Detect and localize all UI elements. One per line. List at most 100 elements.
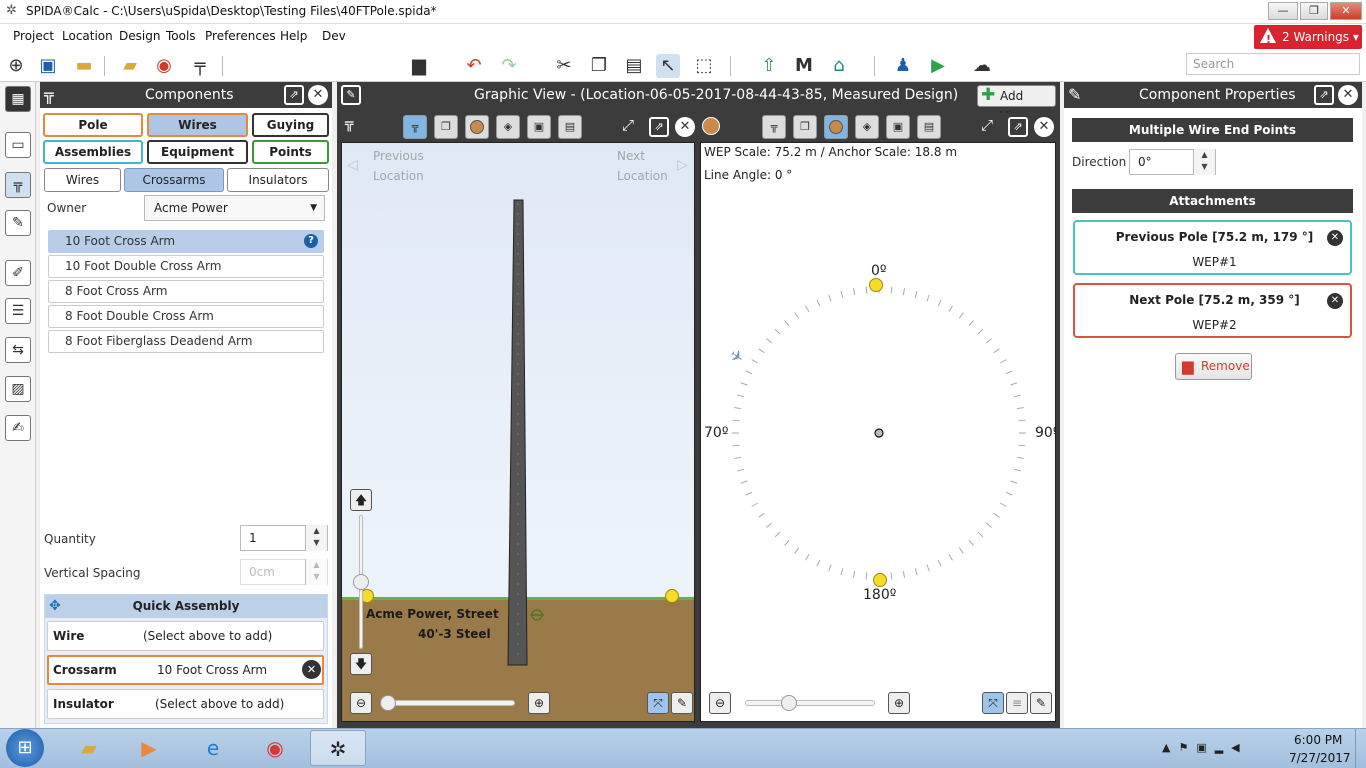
undo-icon[interactable]: ↶ <box>462 54 486 78</box>
user-icon[interactable]: ♟ <box>891 54 915 78</box>
edit-view-icon[interactable]: ✎ <box>341 85 361 105</box>
close-panel-icon[interactable]: ✕ <box>1338 85 1358 105</box>
new-file-icon[interactable]: ⊕ <box>4 54 28 78</box>
vertical-slider-thumb[interactable] <box>353 574 369 590</box>
components-icon[interactable]: ╦ <box>5 172 31 198</box>
attachment-next-pole[interactable]: Next Pole [75.2 m, 359 °] WEP#2 ✕ <box>1073 283 1352 338</box>
category-equipment[interactable]: Equipment <box>147 140 248 164</box>
photo-icon[interactable]: ▤ <box>917 115 941 139</box>
zoom-out-icon[interactable]: ⊖ <box>350 692 372 714</box>
layer-icon[interactable]: ❐ <box>793 115 817 139</box>
select-pointer-icon[interactable]: ↖ <box>656 54 680 78</box>
popout-icon[interactable]: ⇗ <box>284 85 304 105</box>
close-subview-icon[interactable]: ✕ <box>675 117 695 137</box>
quick-row-crossarm[interactable]: Crossarm 10 Foot Cross Arm ✕ <box>47 655 324 685</box>
unlock-icon[interactable]: ⌂ <box>827 54 851 78</box>
wrench-icon[interactable]: ✎ <box>1030 692 1052 714</box>
menu-project[interactable]: Project <box>13 29 54 43</box>
list-item[interactable]: 8 Foot Double Cross Arm <box>48 305 324 328</box>
popout-icon[interactable]: ⇗ <box>1008 117 1028 137</box>
minimize-button[interactable]: — <box>1268 2 1298 20</box>
stepper-arrows-icon[interactable]: ▲ ▼ <box>1193 149 1215 175</box>
copy-icon[interactable]: ❐ <box>587 54 611 78</box>
zoom-fit-icon[interactable]: ⤧ <box>647 692 669 714</box>
delete-icon[interactable]: ▆ <box>407 54 431 78</box>
help-icon[interactable]: ? <box>304 234 318 248</box>
profile-icon[interactable]: ◈ <box>855 115 879 139</box>
list-item[interactable]: 10 Foot Double Cross Arm <box>48 255 324 278</box>
location-pin-icon[interactable]: ◉ <box>152 54 176 78</box>
top-view-canvas[interactable]: WEP Scale: 75.2 m / Anchor Scale: 18.8 m… <box>700 142 1056 722</box>
pole-tool-icon[interactable]: ╤ <box>188 54 212 78</box>
list-icon[interactable]: ☰ <box>5 298 31 324</box>
add-view-button[interactable]: ✚ Add View <box>977 85 1056 123</box>
remove-crossarm-icon[interactable]: ✕ <box>302 660 321 679</box>
list-item[interactable]: 8 Foot Cross Arm <box>48 280 324 303</box>
close-window-button[interactable]: ✕ <box>1330 2 1362 20</box>
spidacalc-taskbar-icon[interactable]: ✲ <box>310 730 366 766</box>
wrench-icon[interactable]: ✎ <box>671 692 693 714</box>
upload-icon[interactable]: ⇧ <box>757 54 781 78</box>
menu-location[interactable]: Location <box>62 29 113 43</box>
menu-help[interactable]: Help <box>280 29 307 43</box>
list-item[interactable]: 8 Foot Fiberglass Deadend Arm <box>48 330 324 353</box>
subtab-insulators[interactable]: Insulators <box>227 168 329 192</box>
stepper-arrows-icon[interactable]: ▲ ▼ <box>305 525 327 551</box>
side-view-canvas[interactable]: ◁ Previous Location Next Location ▷ Acme… <box>341 142 695 722</box>
subtab-wires[interactable]: Wires <box>44 168 121 192</box>
cut-icon[interactable]: ✂ <box>552 54 576 78</box>
category-pole[interactable]: Pole <box>43 113 143 137</box>
image-icon[interactable]: ▣ <box>886 115 910 139</box>
paste-icon[interactable]: ▤ <box>622 54 646 78</box>
chrome-icon[interactable]: ◉ <box>250 730 300 766</box>
owner-select[interactable]: Acme Power ▼ <box>144 195 325 221</box>
menu-preferences[interactable]: Preferences <box>205 29 276 43</box>
save-icon[interactable]: ▣ <box>36 54 60 78</box>
maximize-button[interactable]: ❐ <box>1300 2 1328 20</box>
zoom-slider-thumb[interactable] <box>781 695 797 711</box>
popout-icon[interactable]: ⇗ <box>1314 85 1334 105</box>
popout-icon[interactable]: ⇗ <box>649 117 669 137</box>
zoom-out-icon[interactable]: ⊖ <box>709 692 731 714</box>
direction-stepper[interactable]: 0° ▲ ▼ <box>1129 149 1216 175</box>
zoom-in-icon[interactable]: ⊕ <box>888 692 910 714</box>
quantity-stepper[interactable]: 1 ▲ ▼ <box>240 525 328 551</box>
warnings-button[interactable]: ! 2 Warnings ▾ <box>1254 25 1362 49</box>
briefcase-icon[interactable]: ▰ <box>118 54 142 78</box>
quick-row-insulator[interactable]: Insulator (Select above to add) <box>47 689 324 719</box>
layers-icon[interactable]: ≡ <box>1006 692 1028 714</box>
top-view-icon[interactable] <box>824 115 848 139</box>
zoom-slider[interactable] <box>745 700 875 706</box>
quick-row-wire[interactable]: Wire (Select above to add) <box>47 621 324 651</box>
scroll-up-icon[interactable]: 🡅 <box>350 489 372 511</box>
report-icon[interactable]: ✍ <box>5 415 31 441</box>
menu-dev[interactable]: Dev <box>322 29 346 43</box>
photo-icon[interactable]: ▤ <box>558 115 582 139</box>
zoom-fit-icon[interactable]: ⤧ <box>982 692 1004 714</box>
menu-tools[interactable]: Tools <box>166 29 196 43</box>
wire-end-point-0[interactable] <box>869 278 883 292</box>
select-box-icon[interactable]: ⬚ <box>692 54 716 78</box>
category-points[interactable]: Points <box>252 140 329 164</box>
top-view-icon[interactable] <box>465 115 489 139</box>
pole-drawing[interactable] <box>342 143 695 722</box>
start-button[interactable]: ⊞ <box>6 729 44 767</box>
expand-icon[interactable]: ⤢ <box>981 116 993 134</box>
show-desktop-button[interactable] <box>1355 729 1366 768</box>
close-subview-icon[interactable]: ✕ <box>1034 117 1054 137</box>
list-item[interactable]: 10 Foot Cross Arm ? <box>48 230 324 253</box>
subtab-crossarms[interactable]: Crossarms <box>124 168 224 192</box>
close-panel-icon[interactable]: ✕ <box>308 85 328 105</box>
m-tool-icon[interactable]: M <box>792 54 816 78</box>
category-assemblies[interactable]: Assemblies <box>43 140 143 164</box>
pole-mode-icon[interactable]: ╦ <box>762 115 786 139</box>
explorer-icon[interactable]: ▰ <box>64 730 114 766</box>
search-input[interactable]: Search <box>1186 53 1360 75</box>
layer-icon[interactable]: ❐ <box>434 115 458 139</box>
attachment-previous-pole[interactable]: Previous Pole [75.2 m, 179 °] WEP#1 ✕ <box>1073 220 1352 275</box>
edit-document-icon[interactable]: ✐ <box>5 260 31 286</box>
category-guying[interactable]: Guying <box>252 113 329 137</box>
remove-button[interactable]: ▆ Remove <box>1175 353 1252 380</box>
menu-design[interactable]: Design <box>119 29 160 43</box>
chart-icon[interactable]: ▨ <box>5 376 31 402</box>
